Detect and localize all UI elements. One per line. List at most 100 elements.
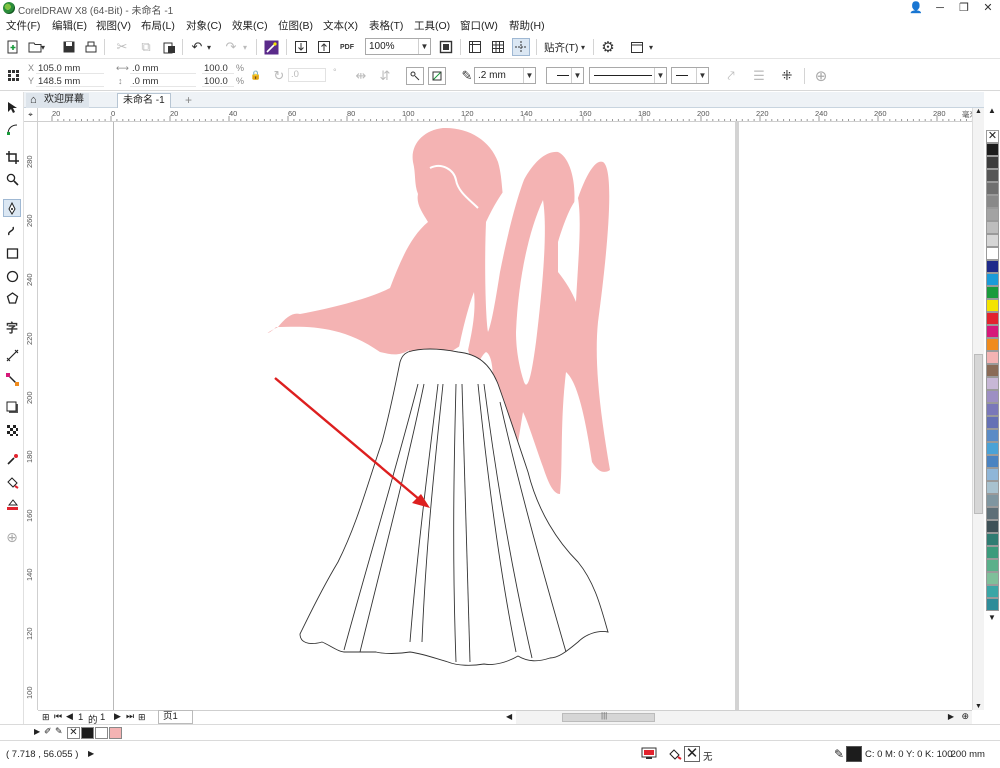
full-screen-preview-icon[interactable] — [437, 38, 455, 56]
palette-swatch[interactable] — [986, 260, 999, 273]
eyedropper-icon[interactable]: ✐ — [44, 726, 52, 737]
menu-text[interactable]: 文本(X) — [323, 18, 358, 33]
palette-swatch[interactable] — [986, 325, 999, 338]
vertical-scrollbar[interactable]: ▲ ▼ — [972, 108, 984, 710]
palette-swatch[interactable] — [986, 429, 999, 442]
horizontal-scroll-thumb[interactable]: ||| — [562, 711, 655, 722]
color-proof-icon[interactable] — [641, 747, 657, 763]
horizontal-scrollbar[interactable]: ||| ▶ ⊕ — [516, 710, 972, 724]
doc-swatch-pink[interactable] — [109, 727, 122, 739]
quick-customize-toolbox-icon[interactable]: ⊕ — [3, 528, 21, 546]
palette-swatch[interactable] — [986, 221, 999, 234]
palette-swatch[interactable] — [986, 442, 999, 455]
palette-swatch[interactable] — [986, 377, 999, 390]
next-page-icon[interactable]: ▶ — [114, 711, 121, 722]
account-icon[interactable]: 👤 — [904, 0, 928, 16]
doc-swatch-white[interactable] — [95, 727, 108, 739]
line-style-dropdown[interactable]: ▼ — [589, 67, 667, 84]
palette-swatch[interactable] — [986, 156, 999, 169]
vertical-ruler[interactable]: 280 260 240 220 200 180 160 140 120 100 — [24, 122, 38, 710]
import-icon[interactable] — [292, 38, 310, 56]
palette-swatch[interactable] — [986, 416, 999, 429]
drop-shadow-tool-icon[interactable] — [3, 398, 21, 416]
no-color-swatch-icon[interactable]: ✕ — [986, 130, 999, 143]
menu-window[interactable]: 窗口(W) — [460, 18, 498, 33]
zoom-tool-icon[interactable] — [3, 170, 21, 188]
new-document-icon[interactable] — [4, 38, 22, 56]
transparency-tool-icon[interactable] — [3, 421, 21, 439]
palette-swatch[interactable] — [986, 403, 999, 416]
palette-swatch[interactable] — [986, 481, 999, 494]
palette-swatch[interactable] — [986, 520, 999, 533]
last-page-icon[interactable]: ⏭ — [126, 711, 134, 722]
palette-swatch[interactable] — [986, 364, 999, 377]
mirror-horizontal-icon[interactable]: ⇹ — [352, 67, 370, 85]
chevron-down-icon[interactable]: ▾ — [578, 38, 588, 56]
zoom-level-dropdown[interactable]: 100% ▼ — [365, 38, 431, 55]
text-tool-icon[interactable]: 字 — [3, 318, 21, 336]
artistic-media-tool-icon[interactable] — [3, 221, 21, 239]
eyedropper-tool-icon[interactable] — [3, 450, 21, 468]
scroll-left-icon[interactable]: ◀ — [506, 712, 512, 721]
palette-swatch[interactable] — [986, 247, 999, 260]
palette-swatch[interactable] — [986, 299, 999, 312]
ellipse-pie-icon[interactable] — [428, 67, 446, 85]
menu-table[interactable]: 表格(T) — [369, 18, 403, 33]
show-rulers-icon[interactable] — [466, 38, 484, 56]
snap-objects-icon[interactable] — [406, 67, 424, 85]
print-icon[interactable] — [82, 38, 100, 56]
doc-swatch-black[interactable] — [81, 727, 94, 739]
scale-height-field[interactable]: 100.0 — [202, 76, 234, 87]
palette-swatch[interactable] — [986, 507, 999, 520]
palette-swatch[interactable] — [986, 455, 999, 468]
rotation-angle-field[interactable]: .0 — [288, 68, 326, 82]
add-tab-icon[interactable]: + — [180, 93, 197, 108]
y-position-field[interactable]: 148.5 mm — [36, 76, 104, 87]
quick-customize-icon[interactable]: ⊕ — [812, 67, 830, 85]
menu-help[interactable]: 帮助(H) — [509, 18, 545, 33]
palette-swatch[interactable] — [986, 338, 999, 351]
publish-pdf-icon[interactable]: PDF — [338, 38, 356, 56]
object-height-field[interactable]: .0 mm — [130, 76, 196, 87]
menu-tools[interactable]: 工具(O) — [414, 18, 450, 33]
parallel-dimension-tool-icon[interactable] — [3, 346, 21, 364]
outline-width-dropdown[interactable]: .2 mm ▼ — [474, 67, 536, 84]
palette-swatch[interactable] — [986, 351, 999, 364]
outline-pen-icon[interactable]: ✎ — [834, 747, 844, 761]
ellipse-tool-icon[interactable] — [3, 267, 21, 285]
palette-swatch[interactable] — [986, 169, 999, 182]
menu-layout[interactable]: 布局(L) — [141, 18, 175, 33]
palette-swatch[interactable] — [986, 559, 999, 572]
palette-swatch[interactable] — [986, 208, 999, 221]
menu-edit[interactable]: 编辑(E) — [52, 18, 87, 33]
palette-swatch[interactable] — [986, 234, 999, 247]
tab-document[interactable]: 未命名 -1 — [117, 93, 171, 108]
wrap-text-icon[interactable]: ☰ — [750, 67, 768, 85]
previous-page-icon[interactable]: ◀ — [66, 711, 73, 722]
polygon-tool-icon[interactable] — [3, 289, 21, 307]
palette-swatch[interactable] — [986, 273, 999, 286]
minimize-button[interactable]: ─ — [928, 0, 952, 16]
crop-tool-icon[interactable] — [3, 148, 21, 166]
save-icon[interactable] — [60, 38, 78, 56]
add-page-before-icon[interactable]: ⊞ — [42, 712, 50, 723]
horizontal-ruler[interactable]: 20 0 20 40 60 80 100 120 140 160 180 200… — [38, 108, 984, 122]
object-width-field[interactable]: .0 mm — [130, 63, 196, 74]
close-button[interactable]: ✕ — [976, 0, 1000, 16]
menu-view[interactable]: 视图(V) — [96, 18, 131, 33]
palette-scroll-up-icon[interactable]: ▲ — [988, 106, 996, 115]
rectangle-tool-icon[interactable] — [3, 244, 21, 262]
palette-swatch[interactable] — [986, 533, 999, 546]
menu-bitmaps[interactable]: 位图(B) — [278, 18, 313, 33]
smart-fill-tool-icon[interactable] — [3, 495, 21, 513]
zoom-navigator-icon[interactable]: ⊕ — [961, 711, 969, 722]
open-recent-dropdown-icon[interactable]: ▾ — [38, 38, 48, 56]
pick-tool-icon[interactable] — [3, 98, 21, 116]
redo-icon[interactable]: ↷ — [222, 38, 240, 56]
status-menu-icon[interactable]: ▶ — [88, 749, 94, 758]
end-arrowhead-dropdown[interactable]: ▼ — [671, 67, 709, 84]
export-icon[interactable] — [315, 38, 333, 56]
palette-menu-icon[interactable]: ▶ — [34, 727, 40, 736]
options-gear-icon[interactable]: ⚙ — [599, 38, 617, 56]
application-launcher-icon[interactable] — [628, 38, 646, 56]
